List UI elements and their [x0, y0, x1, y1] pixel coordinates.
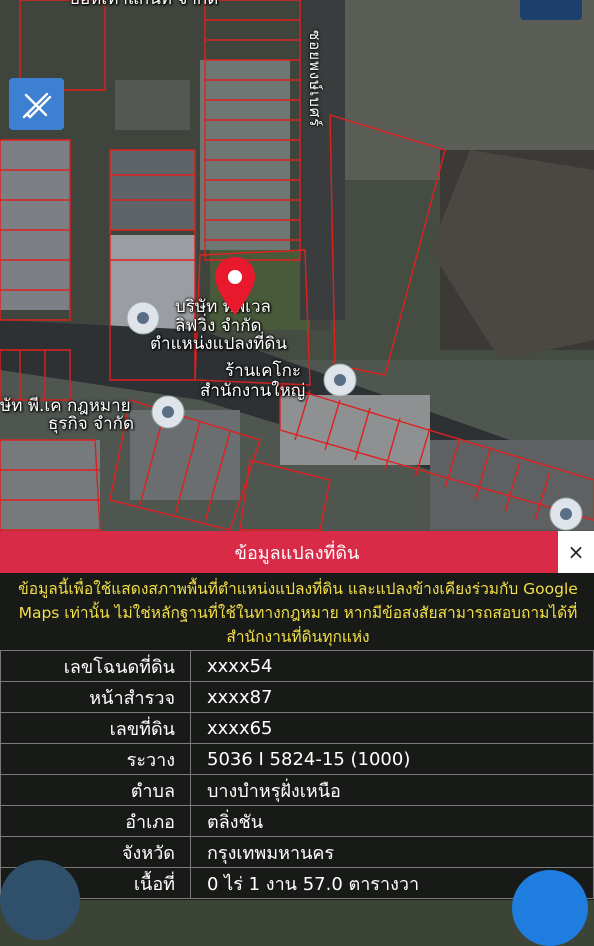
panel-title: ข้อมูลแปลงที่ดิน — [0, 531, 594, 573]
row-label: เลขโฉนดที่ดิน — [0, 650, 191, 682]
row-label: หน้าสำรวจ — [0, 681, 191, 713]
table-row: เลขโฉนดที่ดิน xxxx54 — [0, 650, 594, 682]
table-row: อำเภอ ตลิ่งชัน — [0, 805, 594, 837]
draw-tool-button[interactable] — [9, 78, 64, 130]
top-right-control[interactable] — [520, 0, 582, 20]
table-row: จังหวัด กรุงเทพมหานคร — [0, 836, 594, 868]
row-label: เลขที่ดิน — [0, 712, 191, 744]
map-label-company-b-line2: ธุรกิจ จำกัด — [48, 414, 135, 434]
row-value: ตลิ่งชัน — [190, 805, 594, 837]
poi-icon[interactable] — [150, 394, 186, 430]
row-label: ระวาง — [0, 743, 191, 775]
parcel-info-table: เลขโฉนดที่ดิน xxxx54 หน้าสำรวจ xxxx87 เลขท… — [0, 650, 594, 899]
poi-icon[interactable] — [125, 300, 161, 336]
map-label-shop-line2: สำนักงานใหญ่ — [200, 381, 306, 401]
row-value: 5036 I 5824-15 (1000) — [190, 743, 594, 775]
poi-icon[interactable] — [322, 362, 358, 398]
location-pin-icon[interactable] — [212, 255, 258, 317]
row-value: บางบำหรุฝั่งเหนือ — [190, 774, 594, 806]
map-label-top-company: ยอห์เทาแกนท์ จำกัด — [70, 0, 218, 9]
table-row: เลขที่ดิน xxxx65 — [0, 712, 594, 744]
map-label-parcel-position: ตำแหน่งแปลงที่ดิน — [150, 334, 288, 354]
draw-tool-icon — [22, 92, 51, 119]
close-button[interactable]: × — [558, 531, 594, 573]
row-label: ตำบล — [0, 774, 191, 806]
poi-icon[interactable] — [548, 496, 584, 532]
table-row: หน้าสำรวจ xxxx87 — [0, 681, 594, 713]
disclaimer-notice: ข้อมูลนี้เพื่อใช้แสดงสภาพพื้นที่ตำแหน่งแ… — [18, 580, 578, 646]
row-value: xxxx65 — [190, 712, 594, 744]
row-label: อำเภอ — [0, 805, 191, 837]
row-value: กรุงเทพมหานคร — [190, 836, 594, 868]
table-row: ตำบล บางบำหรุฝั่งเหนือ — [0, 774, 594, 806]
table-row: ระวาง 5036 I 5824-15 (1000) — [0, 743, 594, 775]
map-label-shop-line1: ร้านเคโกะ — [225, 361, 302, 381]
action-fab-button[interactable] — [512, 870, 588, 946]
road-label: ซอยพงษ์เบศร์ — [306, 30, 324, 128]
row-value: xxxx87 — [190, 681, 594, 713]
info-fab-button[interactable] — [0, 860, 80, 940]
table-row: เนื้อที่ 0 ไร่ 1 งาน 57.0 ตารางวา — [0, 867, 594, 899]
row-value: xxxx54 — [190, 650, 594, 682]
